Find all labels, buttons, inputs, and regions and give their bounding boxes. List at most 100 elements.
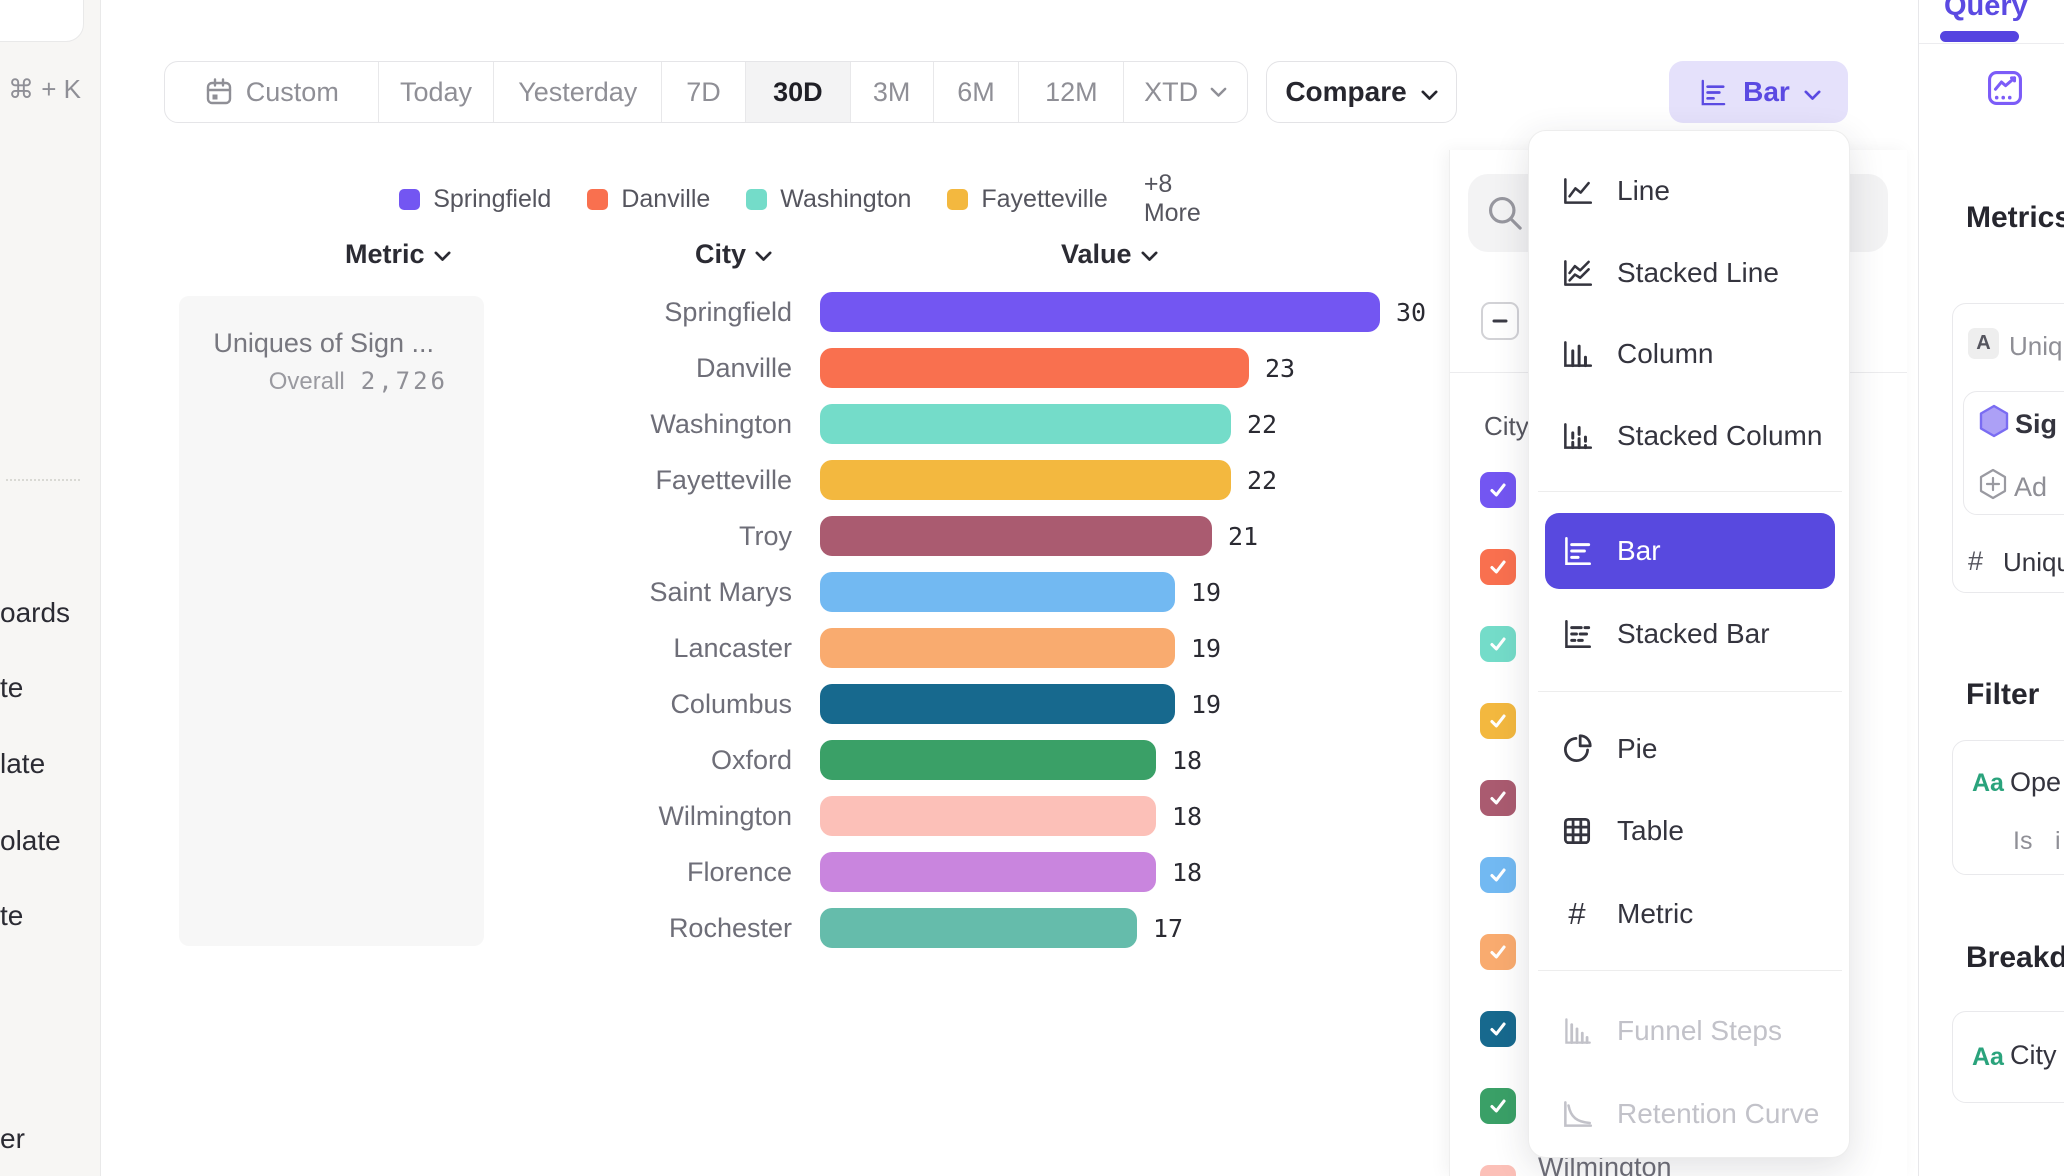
bar-fayetteville[interactable]: [820, 460, 1231, 500]
range-12m[interactable]: 12M: [1019, 62, 1124, 122]
bar-category-label: Danville: [500, 348, 792, 388]
legend-swatch: [947, 189, 968, 210]
bar-columbus[interactable]: [820, 684, 1175, 724]
metric-summary-card[interactable]: Uniques of Sign ... Overall 2,726: [179, 296, 484, 946]
legend-item[interactable]: Washington: [746, 185, 911, 214]
menu-item-stacked-line[interactable]: Stacked Line: [1545, 235, 1835, 311]
bar-category-label: Rochester: [500, 908, 792, 948]
city-checkbox[interactable]: [1480, 1011, 1516, 1047]
column-header-value[interactable]: Value: [1061, 239, 1158, 270]
menu-item-pie[interactable]: Pie: [1545, 711, 1835, 787]
filter-card[interactable]: Aa Ope Is i: [1952, 740, 2064, 875]
filter-operator[interactable]: Is: [2013, 827, 2032, 856]
bar-troy[interactable]: [820, 516, 1212, 556]
compare-button[interactable]: Compare: [1266, 61, 1457, 123]
legend-more-toggle[interactable]: +8 More: [1144, 170, 1201, 228]
menu-item-stacked-bar[interactable]: Stacked Bar: [1545, 596, 1835, 672]
menu-item-metric[interactable]: #Metric: [1545, 876, 1835, 952]
chevron-down-icon: [1141, 247, 1158, 262]
range-yesterday[interactable]: Yesterday: [494, 62, 662, 122]
bar-wilmington[interactable]: [820, 796, 1156, 836]
range-xtd[interactable]: XTD: [1124, 62, 1247, 122]
column-header-city[interactable]: City: [695, 239, 772, 270]
city-checkbox[interactable]: [1480, 549, 1516, 585]
sidebar-item-fragment[interactable]: late: [0, 748, 45, 780]
analytics-report-screen: ⌘ + K oards te late olate te er CustomTodayYe…: [0, 0, 2064, 1176]
city-checkbox[interactable]: [1480, 1088, 1516, 1124]
chevron-down-icon: [755, 247, 772, 262]
range-3m[interactable]: 3M: [851, 62, 934, 122]
select-all-checkbox[interactable]: [1481, 302, 1519, 340]
tab-query[interactable]: Query: [1944, 0, 2028, 23]
sidebar-search-card[interactable]: [0, 0, 84, 42]
metric-query-card[interactable]: A Uniq Sig Ad # Uniqu: [1952, 303, 2064, 593]
city-checkbox[interactable]: [1480, 703, 1516, 739]
left-sidebar: ⌘ + K oards te late olate te er: [0, 0, 101, 1176]
city-checkbox[interactable]: [1480, 626, 1516, 662]
sidebar-item-fragment[interactable]: olate: [0, 825, 61, 857]
property-type-badge: Aa: [1972, 1043, 2004, 1072]
range-custom[interactable]: Custom: [165, 62, 379, 122]
city-checkbox[interactable]: [1480, 472, 1516, 508]
menu-item-funnel-steps[interactable]: Funnel Steps: [1545, 993, 1835, 1069]
bar-florence[interactable]: [820, 852, 1156, 892]
count-type-hash: #: [1968, 546, 1983, 577]
bar-danville[interactable]: [820, 348, 1249, 388]
legend-item[interactable]: Springfield: [399, 185, 551, 214]
legend-swatch: [399, 189, 420, 210]
range-30d[interactable]: 30D: [746, 62, 851, 122]
overall-value: 2,726: [361, 367, 448, 395]
range-7d[interactable]: 7D: [662, 62, 746, 122]
bar-springfield[interactable]: [820, 292, 1380, 332]
compare-label: Compare: [1285, 76, 1406, 108]
chevron-down-icon: [1421, 76, 1438, 108]
city-checkbox[interactable]: [1480, 857, 1516, 893]
menu-item-bar[interactable]: Bar: [1545, 513, 1835, 589]
city-checkbox[interactable]: [1480, 780, 1516, 816]
city-checkbox[interactable]: [1480, 1165, 1516, 1176]
breakdown-heading: Breakdo: [1966, 941, 2064, 975]
bar-oxford[interactable]: [820, 740, 1156, 780]
metric-overall-row: Overall 2,726: [269, 367, 448, 396]
hexagon-plus-icon[interactable]: [1977, 467, 2009, 506]
legend-item[interactable]: Danville: [587, 185, 710, 214]
menu-item-column[interactable]: Column: [1545, 316, 1835, 392]
pie-icon: [1559, 731, 1595, 767]
menu-divider: [1538, 491, 1842, 492]
count-type-label[interactable]: Uniqu: [2003, 547, 2064, 578]
bar-saint-marys[interactable]: [820, 572, 1175, 612]
breakdown-card[interactable]: Aa City: [1952, 1011, 2064, 1103]
range-6m[interactable]: 6M: [934, 62, 1020, 122]
chevron-down-icon: [1804, 76, 1821, 108]
bar-lancaster[interactable]: [820, 628, 1175, 668]
sidebar-item-fragment[interactable]: te: [0, 672, 23, 704]
calendar-icon: [204, 77, 234, 107]
chart-type-button[interactable]: Bar: [1669, 61, 1848, 123]
column-header-metric[interactable]: Metric: [345, 239, 451, 270]
menu-item-line[interactable]: Line: [1545, 153, 1835, 229]
sidebar-item-fragment[interactable]: oards: [0, 597, 70, 629]
bar-value-label: 19: [1191, 628, 1221, 668]
keyboard-shortcut-hint: ⌘ + K: [8, 74, 81, 105]
sidebar-item-fragment[interactable]: te: [0, 900, 23, 932]
menu-divider: [1538, 970, 1842, 971]
bar-washington[interactable]: [820, 404, 1231, 444]
insights-chart-icon[interactable]: [1986, 69, 2024, 112]
city-checkbox[interactable]: [1480, 934, 1516, 970]
bar-rochester[interactable]: [820, 908, 1137, 948]
menu-item-stacked-column[interactable]: Stacked Column: [1545, 398, 1835, 474]
menu-item-retention-curve[interactable]: Retention Curve: [1545, 1076, 1835, 1152]
menu-item-table[interactable]: Table: [1545, 793, 1835, 869]
bar-value-label: 30: [1396, 292, 1426, 332]
legend-item[interactable]: Fayetteville: [947, 185, 1107, 214]
range-today[interactable]: Today: [379, 62, 495, 122]
bar-category-label: Florence: [500, 852, 792, 892]
stacked-column-icon: [1559, 418, 1595, 454]
event-card[interactable]: Sig Ad: [1963, 391, 2064, 515]
popup-group-label: City: [1484, 411, 1529, 442]
bar-value-label: 17: [1153, 908, 1183, 948]
sidebar-item-fragment[interactable]: er: [0, 1123, 25, 1155]
stacked-line-icon: [1559, 255, 1595, 291]
series-letter-badge: A: [1968, 328, 1999, 359]
active-tab-indicator: [1940, 31, 2019, 42]
